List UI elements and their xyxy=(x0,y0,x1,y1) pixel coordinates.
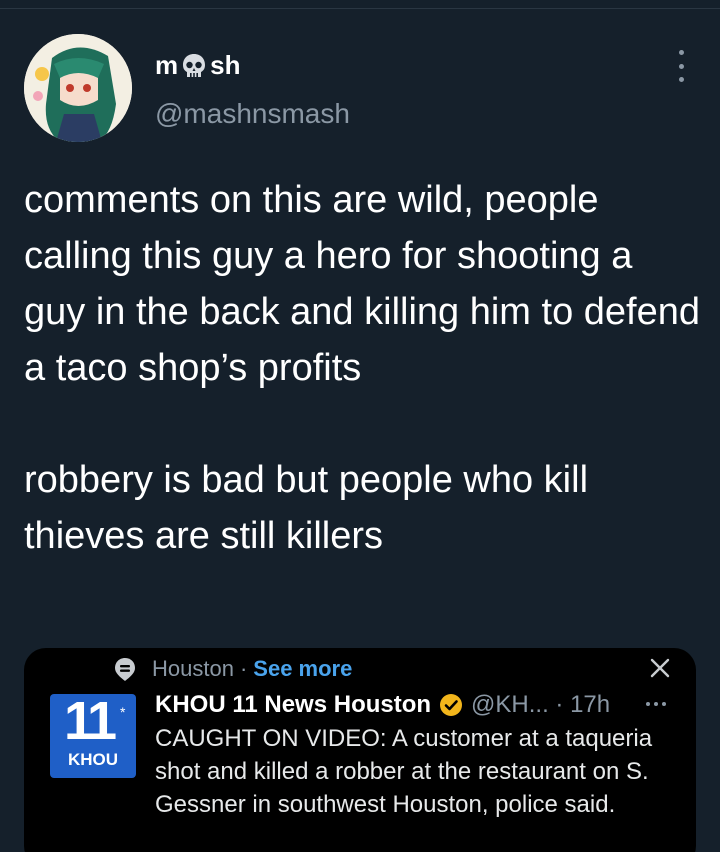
close-icon[interactable] xyxy=(650,658,670,678)
embedded-tweet-card[interactable]: Houston · See more 11 * KHOU KHOU 11 New… xyxy=(24,648,696,852)
source-meta: @KH... · 17h xyxy=(471,691,611,718)
card-location-row: Houston · See more xyxy=(112,652,352,686)
embedded-tweet-text: CAUGHT ON VIDEO: A customer at a taqueri… xyxy=(155,725,653,818)
display-name[interactable]: m sh xyxy=(155,50,240,81)
khou-logo[interactable]: 11 * KHOU xyxy=(50,694,136,778)
avatar[interactable] xyxy=(24,34,132,142)
logo-star: * xyxy=(120,704,126,720)
tweet-text: comments on this are wild, people callin… xyxy=(24,172,704,564)
tweet-paragraph: robbery is bad but people who kill thiev… xyxy=(24,459,599,557)
verified-badge-icon xyxy=(440,694,463,716)
card-source-row: KHOU 11 News Houston @KH... · 17h xyxy=(155,688,610,722)
logo-text: KHOU xyxy=(67,750,119,769)
card-more-icon[interactable] xyxy=(646,702,666,706)
location-pin-icon xyxy=(115,658,135,681)
logo-number: 11 xyxy=(64,694,117,751)
skull-emoji-icon xyxy=(183,53,206,77)
location-label: Houston xyxy=(152,656,234,681)
separator: · xyxy=(239,656,248,681)
user-handle[interactable]: @mashnsmash xyxy=(155,98,350,130)
tweet-paragraph: comments on this are wild, people callin… xyxy=(24,179,711,389)
avatar-image xyxy=(24,34,132,142)
more-vertical-icon[interactable] xyxy=(670,50,692,82)
top-divider xyxy=(0,8,720,9)
see-more-link[interactable]: See more xyxy=(253,656,352,682)
source-name[interactable]: KHOU 11 News Houston xyxy=(155,691,431,719)
display-name-part-left: m xyxy=(155,50,179,80)
display-name-part-right: sh xyxy=(210,50,241,80)
